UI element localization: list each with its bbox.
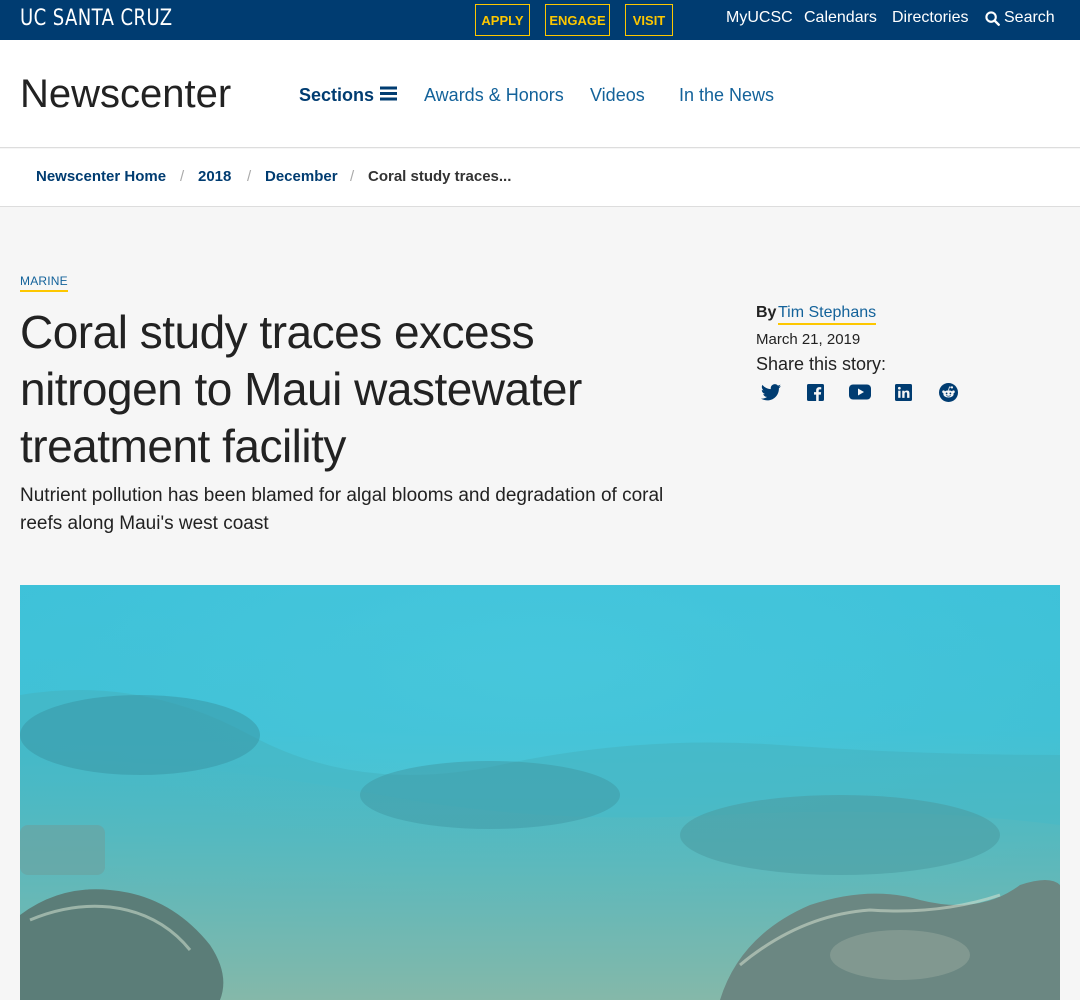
breadcrumb-year[interactable]: 2018 xyxy=(198,169,231,184)
apply-button[interactable]: APPLY xyxy=(475,4,530,36)
breadcrumb-month[interactable]: December xyxy=(265,169,338,184)
linkedin-icon[interactable] xyxy=(891,381,915,403)
hamburger-icon xyxy=(380,86,398,104)
sections-menu-button[interactable]: Sections xyxy=(299,85,398,105)
site-header: Newscenter Sections Awards & Honors Vide… xyxy=(0,40,1080,148)
ucsc-logo[interactable]: UC SANTA CRUZ xyxy=(20,6,173,31)
reddit-icon[interactable] xyxy=(936,381,960,403)
sections-label: Sections xyxy=(299,85,375,105)
nav-in-the-news[interactable]: In the News xyxy=(679,86,774,104)
share-label: Share this story: xyxy=(756,354,887,374)
publish-date: March 21, 2019 xyxy=(756,331,861,348)
visit-button[interactable]: VISIT xyxy=(625,4,673,36)
nav-videos[interactable]: Videos xyxy=(590,86,645,104)
breadcrumb-separator: / xyxy=(180,168,185,185)
nav-awards-honors[interactable]: Awards & Honors xyxy=(424,86,564,104)
engage-button[interactable]: ENGAGE xyxy=(545,4,610,36)
article-subhead: Nutrient pollution has been blamed for a… xyxy=(20,485,664,534)
site-title[interactable]: Newscenter xyxy=(20,74,231,114)
search-label: Search xyxy=(1004,9,1055,26)
calendars-link[interactable]: Calendars xyxy=(804,0,877,36)
author-link[interactable]: Tim Stephans xyxy=(778,304,877,325)
hero-image-coral-reef xyxy=(20,585,1060,1000)
byline-prefix: By xyxy=(756,304,777,321)
directories-link[interactable]: Directories xyxy=(892,0,968,36)
breadcrumb-home[interactable]: Newscenter Home xyxy=(36,169,166,184)
youtube-icon[interactable] xyxy=(848,381,872,403)
utility-bar: UC SANTA CRUZ APPLY ENGAGE VISIT MyUCSC … xyxy=(0,0,1080,40)
myucsc-link[interactable]: MyUCSC xyxy=(726,0,793,36)
search-button[interactable]: Search xyxy=(985,0,1055,36)
twitter-icon[interactable] xyxy=(759,381,783,403)
category-tag[interactable]: MARINE xyxy=(20,274,68,292)
breadcrumb: Newscenter Home / 2018 / December / Cora… xyxy=(0,149,1080,207)
breadcrumb-current: Coral study traces... xyxy=(368,168,512,185)
facebook-icon[interactable] xyxy=(803,381,827,403)
article-headline: Coral study traces excess nitrogen to Ma… xyxy=(20,306,582,472)
breadcrumb-separator: / xyxy=(350,168,355,185)
search-icon xyxy=(985,10,1000,26)
breadcrumb-separator: / xyxy=(247,168,252,185)
